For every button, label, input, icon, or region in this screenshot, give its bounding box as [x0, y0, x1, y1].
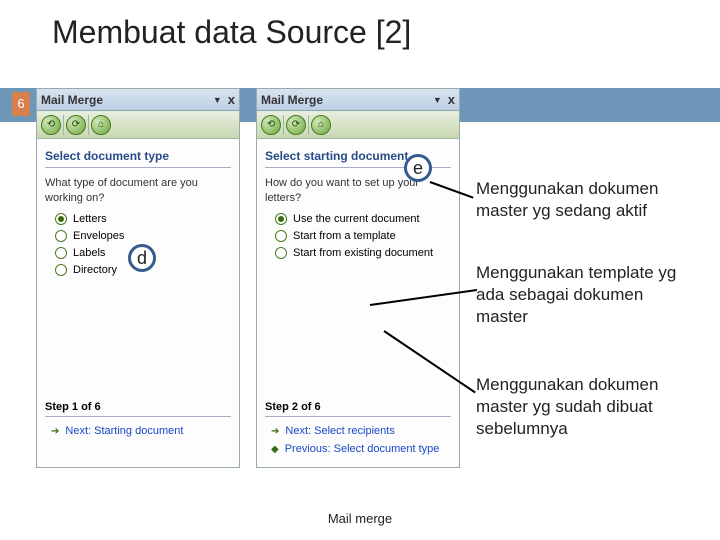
mailmerge-pane-step2: Mail Merge ▼ x ⟲ ⟳ ⌂ Select starting doc…: [256, 88, 460, 468]
annotation-2: Menggunakan template yg ada sebagai doku…: [476, 262, 696, 328]
arrow-prev-icon: ◆: [271, 444, 279, 455]
link-label: Next: Starting document: [65, 425, 183, 437]
option-template[interactable]: Start from a template: [275, 230, 459, 242]
forward-icon[interactable]: ⟳: [66, 115, 86, 135]
callout-e: e: [404, 154, 432, 182]
next-link[interactable]: ➔ Next: Select recipients: [271, 425, 451, 437]
slide-number: 6: [12, 92, 30, 116]
home-icon[interactable]: ⌂: [311, 115, 331, 135]
option-label: Start from existing document: [293, 247, 433, 259]
dropdown-icon[interactable]: ▼: [213, 95, 222, 105]
arrow-next-icon: ➔: [271, 426, 279, 437]
option-existing-doc[interactable]: Start from existing document: [275, 247, 459, 259]
link-label: Next: Select recipients: [285, 425, 394, 437]
home-icon[interactable]: ⌂: [91, 115, 111, 135]
back-icon[interactable]: ⟲: [261, 115, 281, 135]
prompt-text: What type of document are you working on…: [45, 176, 231, 207]
divider: [45, 416, 231, 417]
option-label: Start from a template: [293, 230, 396, 242]
next-link[interactable]: ➔ Next: Starting document: [51, 425, 231, 437]
pane-title: Mail Merge: [261, 93, 323, 107]
option-label: Labels: [73, 247, 105, 259]
pane-title: Mail Merge: [41, 93, 103, 107]
section-title: Select document type: [45, 149, 231, 163]
option-label: Use the current document: [293, 213, 420, 225]
arrow-next-icon: ➔: [51, 426, 59, 437]
option-envelopes[interactable]: Envelopes: [55, 230, 239, 242]
annotation-1: Menggunakan dokumen master yg sedang akt…: [476, 178, 696, 222]
close-icon[interactable]: x: [448, 92, 455, 107]
option-label: Envelopes: [73, 230, 124, 242]
dropdown-icon[interactable]: ▼: [433, 95, 442, 105]
option-label: Directory: [73, 264, 117, 276]
step-label: Step 1 of 6: [45, 401, 101, 413]
radio-icon: [55, 264, 67, 276]
prev-link[interactable]: ◆ Previous: Select document type: [271, 443, 451, 455]
divider: [45, 167, 231, 168]
forward-icon[interactable]: ⟳: [286, 115, 306, 135]
radio-icon: [275, 213, 287, 225]
annotation-3: Menggunakan dokumen master yg sudah dibu…: [476, 374, 696, 440]
link-label: Previous: Select document type: [285, 443, 440, 455]
slide-title: Membuat data Source [2]: [0, 0, 720, 59]
radio-icon: [55, 213, 67, 225]
radio-icon: [55, 230, 67, 242]
option-label: Letters: [73, 213, 107, 225]
pane-header: Mail Merge ▼ x: [37, 89, 239, 111]
option-letters[interactable]: Letters: [55, 213, 239, 225]
divider: [265, 416, 451, 417]
pane-nav: ⟲ ⟳ ⌂: [257, 111, 459, 139]
radio-icon: [55, 247, 67, 259]
radio-icon: [275, 230, 287, 242]
close-icon[interactable]: x: [228, 92, 235, 107]
pane-nav: ⟲ ⟳ ⌂: [37, 111, 239, 139]
footer-text: Mail merge: [0, 511, 720, 526]
back-icon[interactable]: ⟲: [41, 115, 61, 135]
mailmerge-pane-step1: Mail Merge ▼ x ⟲ ⟳ ⌂ Select document typ…: [36, 88, 240, 468]
pane-header: Mail Merge ▼ x: [257, 89, 459, 111]
step-label: Step 2 of 6: [265, 401, 321, 413]
option-current-doc[interactable]: Use the current document: [275, 213, 459, 225]
radio-icon: [275, 247, 287, 259]
callout-d: d: [128, 244, 156, 272]
